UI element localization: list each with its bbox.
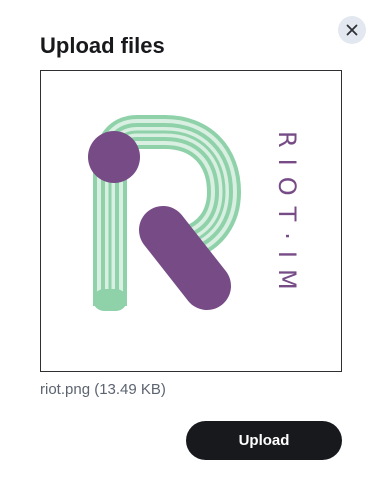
close-button[interactable] [338,16,366,44]
brand-text: RIOT·IM [273,131,301,301]
upload-dialog: Upload files RIOT·IM riot.png (13.49 KB)… [0,0,382,492]
file-info: riot.png (13.49 KB) [40,381,166,398]
dialog-title: Upload files [40,33,165,58]
close-icon [346,24,358,36]
riot-logo-icon: RIOT·IM [88,115,301,311]
image-preview: RIOT·IM [40,70,342,372]
upload-button[interactable]: Upload [186,421,342,460]
